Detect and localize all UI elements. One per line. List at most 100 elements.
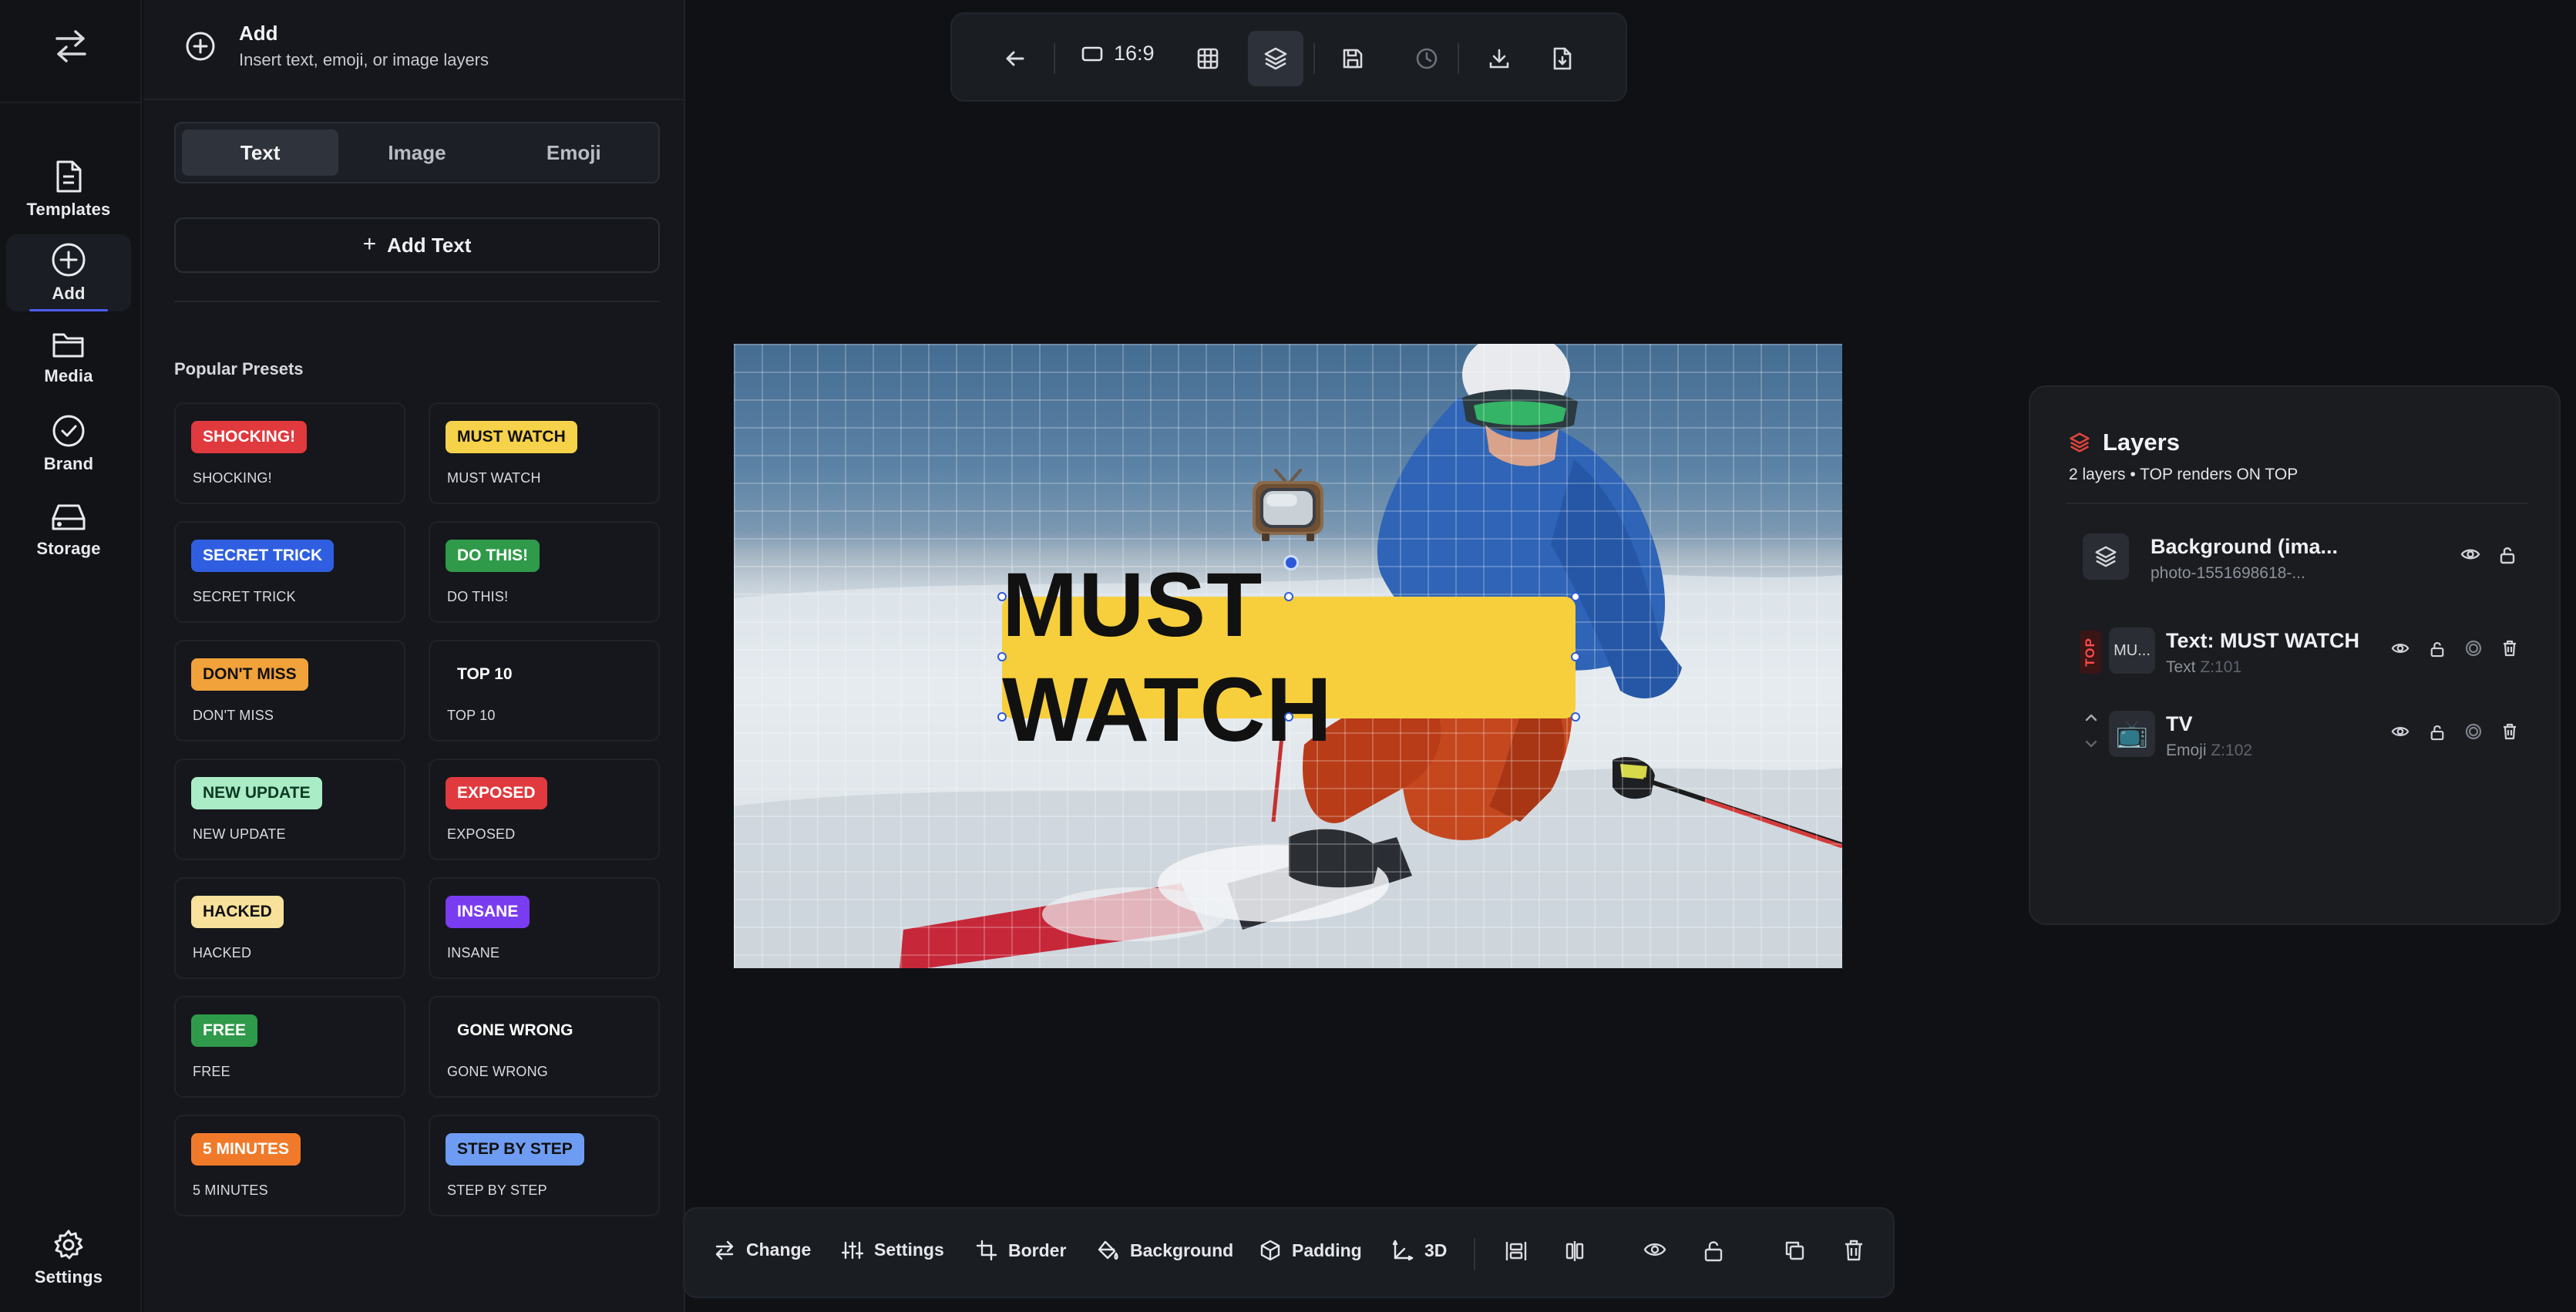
- toolbar-separator: [1054, 43, 1055, 74]
- padding-button[interactable]: Padding: [1259, 1240, 1362, 1261]
- preset-badge: STEP BY STEP: [446, 1133, 584, 1166]
- bottom-toolbar: Change Settings Border Background Paddin…: [683, 1207, 1895, 1298]
- unlock-icon[interactable]: [1703, 1240, 1723, 1263]
- selected-text-layer[interactable]: MUST WATCH: [1002, 554, 1576, 761]
- history-icon[interactable]: [1408, 40, 1445, 77]
- change-button[interactable]: Change: [714, 1240, 811, 1260]
- preset-card[interactable]: DON'T MISS DON'T MISS: [174, 640, 405, 742]
- panel-header: Add Insert text, emoji, or image layers: [185, 22, 489, 70]
- preset-name: HACKED: [193, 945, 252, 960]
- duplicate-icon[interactable]: [1784, 1240, 1805, 1261]
- crop-icon: [976, 1240, 997, 1261]
- grid-icon[interactable]: [1189, 40, 1226, 77]
- eye-icon[interactable]: [1643, 1240, 1666, 1260]
- layer-row-background[interactable]: Background (ima... photo-1551698618-...: [2066, 520, 2536, 594]
- resize-handle[interactable]: [1571, 592, 1580, 601]
- layer-z: Z:101: [2200, 658, 2242, 676]
- back-arrow-icon[interactable]: [997, 40, 1034, 77]
- box-icon: [1260, 1240, 1280, 1261]
- preset-card[interactable]: SECRET TRICK SECRET TRICK: [174, 521, 405, 623]
- add-type-tabs: Text Image Emoji: [174, 122, 660, 183]
- layers-icon[interactable]: [1248, 31, 1303, 86]
- preset-card[interactable]: 5 MINUTES 5 MINUTES: [174, 1115, 405, 1216]
- save-icon[interactable]: [1334, 40, 1371, 77]
- rail-item-brand[interactable]: Brand: [6, 405, 131, 483]
- layer-z: Z:102: [2211, 742, 2253, 759]
- rail-item-settings[interactable]: Settings: [6, 1219, 131, 1297]
- preset-card[interactable]: DO THIS! DO THIS!: [429, 521, 660, 623]
- tab-text[interactable]: Text: [182, 130, 339, 176]
- layers-header: Layers: [2069, 429, 2180, 456]
- design-canvas[interactable]: MUST WATCH: [734, 344, 1842, 968]
- preset-card[interactable]: NEW UPDATE NEW UPDATE: [174, 759, 405, 860]
- preset-card[interactable]: TOP 10 TOP 10: [429, 640, 660, 742]
- aspect-ratio-icon: [1081, 46, 1103, 61]
- preset-name: MUST WATCH: [447, 470, 541, 486]
- preset-card[interactable]: STEP BY STEP STEP BY STEP: [429, 1115, 660, 1216]
- tab-image[interactable]: Image: [338, 130, 495, 176]
- eye-icon[interactable]: [2391, 723, 2410, 740]
- layers-divider: [2066, 503, 2528, 504]
- preset-card[interactable]: INSANE INSANE: [429, 877, 660, 979]
- rail-divider: [0, 102, 142, 103]
- rail-item-storage[interactable]: Storage: [6, 492, 131, 569]
- layers-panel: Layers 2 layers • TOP renders ON TOP Bac…: [2029, 385, 2561, 925]
- preset-card[interactable]: GONE WRONG GONE WRONG: [429, 996, 660, 1098]
- hard-drive-icon: [52, 504, 86, 530]
- export-file-icon[interactable]: [1544, 40, 1581, 77]
- tab-emoji[interactable]: Emoji: [496, 130, 652, 176]
- toolbar-separator: [1313, 43, 1315, 74]
- swap-panels-icon[interactable]: [49, 29, 92, 63]
- preset-name: STEP BY STEP: [447, 1182, 547, 1198]
- eye-icon[interactable]: [2391, 640, 2410, 657]
- preset-card[interactable]: EXPOSED EXPOSED: [429, 759, 660, 860]
- preset-card[interactable]: SHOCKING! SHOCKING!: [174, 402, 405, 504]
- layer-row-tv[interactable]: 📺 TV Emoji Z:102: [2066, 697, 2536, 771]
- align-horizontal-icon[interactable]: [1505, 1240, 1528, 1263]
- preset-badge: TOP 10: [446, 658, 524, 691]
- resize-handle[interactable]: [1284, 712, 1293, 722]
- unlock-icon[interactable]: [2499, 546, 2516, 564]
- resize-handle[interactable]: [997, 592, 1007, 601]
- download-icon[interactable]: [1481, 40, 1518, 77]
- resize-handle[interactable]: [1284, 592, 1293, 601]
- layer-row-text[interactable]: TOP MU... Text: MUST WATCH Text Z:101: [2066, 614, 2536, 688]
- trash-icon[interactable]: [1844, 1240, 1864, 1261]
- rail-item-media[interactable]: Media: [6, 319, 131, 396]
- rail-item-templates[interactable]: Templates: [6, 151, 131, 228]
- sliders-icon: [842, 1241, 863, 1259]
- resize-handle[interactable]: [997, 712, 1007, 722]
- add-text-button[interactable]: + Add Text: [174, 217, 660, 273]
- unlock-icon[interactable]: [2430, 640, 2445, 658]
- preset-card[interactable]: HACKED HACKED: [174, 877, 405, 979]
- preset-card[interactable]: MUST WATCH MUST WATCH: [429, 402, 660, 504]
- shadow-icon[interactable]: [2465, 723, 2482, 740]
- resize-handle[interactable]: [997, 652, 1007, 661]
- unlock-icon[interactable]: [2430, 723, 2445, 742]
- background-button[interactable]: Background: [1098, 1240, 1233, 1261]
- panel-divider: [143, 99, 685, 100]
- shadow-icon[interactable]: [2465, 640, 2482, 657]
- settings-button[interactable]: Settings: [842, 1240, 944, 1260]
- layers-title: Layers: [2103, 429, 2180, 456]
- tv-emoji-layer[interactable]: [1248, 466, 1328, 546]
- preset-name: DO THIS!: [447, 589, 509, 604]
- trash-icon[interactable]: [2502, 640, 2517, 657]
- layer-name: Background (ima...: [2151, 535, 2339, 558]
- align-center-icon[interactable]: [1563, 1240, 1586, 1263]
- resize-handle[interactable]: [1571, 652, 1580, 661]
- eye-icon[interactable]: [2460, 546, 2480, 563]
- border-button[interactable]: Border: [976, 1240, 1066, 1261]
- trash-icon[interactable]: [2502, 723, 2517, 740]
- paint-bucket-icon: [1098, 1240, 1118, 1260]
- aspect-ratio-button[interactable]: 16:9: [1081, 42, 1155, 66]
- reorder-arrows-icon[interactable]: [2084, 711, 2098, 751]
- background-label: Background: [1130, 1240, 1234, 1260]
- preset-badge: EXPOSED: [446, 777, 547, 809]
- 3d-button[interactable]: 3D: [1392, 1240, 1447, 1261]
- preset-card[interactable]: FREE FREE: [174, 996, 405, 1098]
- left-rail: Templates Add Media Brand Storage Settin…: [0, 0, 142, 1312]
- rail-item-add[interactable]: Add: [6, 234, 131, 311]
- 3d-label: 3D: [1424, 1240, 1448, 1260]
- resize-handle[interactable]: [1571, 712, 1580, 722]
